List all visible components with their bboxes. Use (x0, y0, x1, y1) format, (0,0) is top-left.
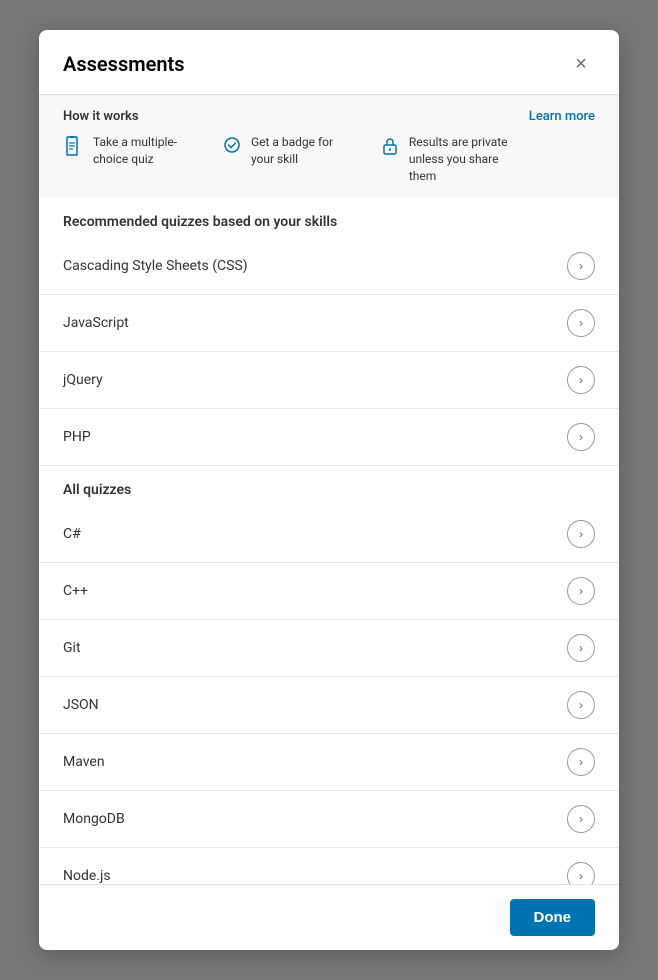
quiz-item-name: C# (63, 526, 81, 542)
quiz-icon (63, 135, 85, 162)
assessments-modal: Assessments × How it works (39, 30, 619, 950)
quiz-item-text: Take a multiple-choice quiz (93, 134, 197, 168)
how-item-badge: Get a badge for your skill (221, 134, 355, 168)
modal-title: Assessments (63, 52, 185, 76)
all-quiz-item[interactable]: C++ › (39, 563, 619, 620)
quiz-item-name: JavaScript (63, 315, 129, 331)
how-it-works-items: Take a multiple-choice quiz Get a badge … (63, 134, 513, 184)
quiz-chevron-button[interactable]: › (567, 862, 595, 884)
recommended-section-title: Recommended quizzes based on your skills (39, 198, 619, 238)
modal-backdrop: Assessments × How it works (0, 0, 658, 980)
all-section-title: All quizzes (39, 466, 619, 506)
all-quiz-item[interactable]: C# › (39, 506, 619, 563)
all-quiz-item[interactable]: MongoDB › (39, 791, 619, 848)
lock-icon (379, 135, 401, 162)
quiz-chevron-button[interactable]: › (567, 520, 595, 548)
quiz-chevron-button[interactable]: › (567, 691, 595, 719)
private-item-text: Results are private unless you share the… (409, 134, 513, 184)
how-it-works-section: How it works Take a multip (39, 95, 619, 198)
modal-body: Recommended quizzes based on your skills… (39, 198, 619, 884)
how-item-quiz: Take a multiple-choice quiz (63, 134, 197, 168)
recommended-quiz-item[interactable]: JavaScript › (39, 295, 619, 352)
recommended-quiz-item[interactable]: Cascading Style Sheets (CSS) › (39, 238, 619, 295)
quiz-chevron-button[interactable]: › (567, 309, 595, 337)
all-quiz-item[interactable]: Node.js › (39, 848, 619, 884)
how-item-private: Results are private unless you share the… (379, 134, 513, 184)
how-it-works-content: How it works Take a multip (63, 109, 513, 184)
how-it-works-label: How it works (63, 109, 513, 124)
learn-more-link[interactable]: Learn more (529, 109, 595, 124)
quiz-item-name: C++ (63, 583, 88, 599)
quiz-chevron-button[interactable]: › (567, 805, 595, 833)
all-quiz-list: C# › C++ › Git › JSON › Maven › MongoDB … (39, 506, 619, 884)
quiz-chevron-button[interactable]: › (567, 252, 595, 280)
recommended-quiz-item[interactable]: jQuery › (39, 352, 619, 409)
badge-item-text: Get a badge for your skill (251, 134, 355, 168)
quiz-item-name: Cascading Style Sheets (CSS) (63, 258, 248, 274)
quiz-item-name: Git (63, 640, 81, 656)
done-button[interactable]: Done (510, 899, 596, 936)
quiz-item-name: MongoDB (63, 811, 125, 827)
all-quiz-item[interactable]: JSON › (39, 677, 619, 734)
quiz-chevron-button[interactable]: › (567, 748, 595, 776)
quiz-item-name: PHP (63, 429, 91, 445)
modal-header: Assessments × (39, 30, 619, 95)
modal-footer: Done (39, 884, 619, 950)
quiz-item-name: Maven (63, 754, 105, 770)
quiz-chevron-button[interactable]: › (567, 366, 595, 394)
recommended-quiz-list: Cascading Style Sheets (CSS) › JavaScrip… (39, 238, 619, 466)
quiz-chevron-button[interactable]: › (567, 577, 595, 605)
quiz-item-name: JSON (63, 697, 99, 713)
quiz-chevron-button[interactable]: › (567, 634, 595, 662)
close-button[interactable]: × (567, 50, 595, 78)
all-quiz-item[interactable]: Git › (39, 620, 619, 677)
recommended-quiz-item[interactable]: PHP › (39, 409, 619, 466)
quiz-item-name: jQuery (63, 372, 103, 388)
quiz-chevron-button[interactable]: › (567, 423, 595, 451)
all-quiz-item[interactable]: Maven › (39, 734, 619, 791)
badge-icon (221, 135, 243, 162)
quiz-item-name: Node.js (63, 868, 111, 884)
